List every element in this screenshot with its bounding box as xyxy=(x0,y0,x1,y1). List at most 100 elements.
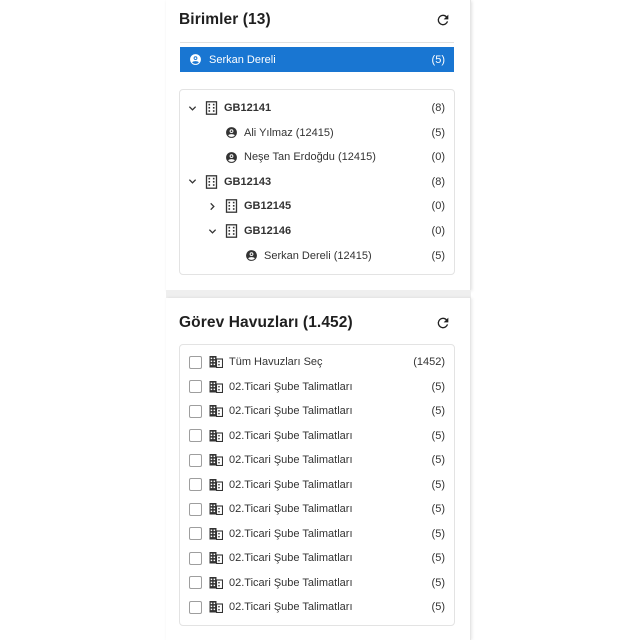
account-circle-icon xyxy=(244,249,258,263)
tree-row-count: (5) xyxy=(431,249,445,262)
pool-label: 02.Ticari Şube Talimatları xyxy=(229,429,353,442)
pool-row[interactable]: 02.Ticari Şube Talimatları (5) xyxy=(180,571,454,595)
pool-label: Tüm Havuzları Seç xyxy=(229,356,323,368)
building-icon xyxy=(204,174,218,189)
tree-person-label: Neşe Tan Erdoğdu (12415) xyxy=(244,151,376,164)
pool-label: 02.Ticari Şube Talimatları xyxy=(229,552,353,564)
building-icon xyxy=(224,224,238,238)
pool-row[interactable]: 02.Ticari Şube Talimatları (5) xyxy=(180,546,454,570)
tree-group-row[interactable]: GB12141 (8) xyxy=(180,96,454,120)
pool-count: (5) xyxy=(431,527,445,540)
tree-person-row[interactable]: Neşe Tan Erdoğdu (12415) (0) xyxy=(180,145,454,169)
left-background xyxy=(0,0,166,640)
units-panel-header: Birimler (13) xyxy=(179,8,454,32)
building-icon xyxy=(224,199,238,214)
domain-icon xyxy=(209,576,224,590)
pool-count: (5) xyxy=(431,454,445,466)
pool-label: 02.Ticari Şube Talimatları xyxy=(229,576,353,589)
selected-unit[interactable]: Serkan Dereli (5) xyxy=(180,47,454,72)
pools-panel-header: Görev Havuzları (1.452) xyxy=(179,311,454,335)
pool-row[interactable]: 02.Ticari Şube Talimatları (5) xyxy=(180,424,454,448)
pool-row[interactable]: 02.Ticari Şube Talimatları (5) xyxy=(180,448,454,472)
tree-group-label: GB12145 xyxy=(244,200,292,213)
pool-checkbox[interactable] xyxy=(189,527,202,540)
tree-row-count: (5) xyxy=(431,126,445,139)
chevron-down-icon[interactable] xyxy=(186,176,198,188)
chevron-down-icon[interactable] xyxy=(186,102,198,114)
tree-person-row[interactable]: Serkan Dereli (12415) (5) xyxy=(180,244,454,268)
pool-label: 02.Ticari Şube Talimatları xyxy=(229,454,353,466)
pool-count: (5) xyxy=(431,552,445,564)
chevron-down-icon[interactable] xyxy=(206,225,218,237)
domain-icon xyxy=(209,600,224,614)
tree-group-label: GB12143 xyxy=(224,175,272,188)
chevron-right-icon[interactable] xyxy=(206,200,218,212)
domain-icon xyxy=(209,527,224,541)
pool-checkbox[interactable] xyxy=(189,576,202,589)
units-divider xyxy=(180,42,454,43)
tree-person-row[interactable]: Ali Yılmaz (12415) (5) xyxy=(180,121,454,145)
tree-row-count: (0) xyxy=(431,151,445,164)
units-tree: GB12141 (8) Ali Yılmaz (12415) (5) Neşe Tan … xyxy=(179,89,455,275)
pools-panel: Görev Havuzları (1.452) Tüm Havuzları Se… xyxy=(166,298,471,640)
pools-panel-title: Görev Havuzları (1.452) xyxy=(179,314,353,331)
select-all-row[interactable]: Tüm Havuzları Seç (1452) xyxy=(180,350,454,374)
account-circle-icon xyxy=(224,150,238,164)
pool-row[interactable]: 02.Ticari Şube Talimatları (5) xyxy=(180,522,454,546)
domain-icon xyxy=(209,453,224,467)
pool-label: 02.Ticari Şube Talimatları xyxy=(229,478,353,491)
pool-label: 02.Ticari Şube Talimatları xyxy=(229,503,353,515)
pool-label: 02.Ticari Şube Talimatları xyxy=(229,405,353,417)
pool-checkbox[interactable] xyxy=(189,404,202,418)
pool-row[interactable]: 02.Ticari Şube Talimatları (5) xyxy=(180,399,454,423)
tree-person-label: Serkan Dereli (12415) xyxy=(264,249,372,262)
units-panel-title: Birimler (13) xyxy=(179,11,271,28)
units-refresh-button[interactable] xyxy=(432,9,454,31)
pool-row[interactable]: 02.Ticari Şube Talimatları (5) xyxy=(180,497,454,521)
tree-group-row[interactable]: GB12146 (0) xyxy=(180,219,454,243)
domain-icon xyxy=(209,380,224,394)
pool-row[interactable]: 02.Ticari Şube Talimatları (5) xyxy=(180,595,454,619)
pool-checkbox[interactable] xyxy=(189,502,202,516)
domain-icon xyxy=(209,551,224,565)
pools-list: Tüm Havuzları Seç (1452) 02.Ticari Şube Ta… xyxy=(179,344,455,626)
domain-icon xyxy=(209,502,224,516)
pool-count: (1452) xyxy=(413,356,445,368)
pools-refresh-button[interactable] xyxy=(432,312,454,334)
pool-checkbox[interactable] xyxy=(189,453,202,467)
tree-group-label: GB12146 xyxy=(244,225,292,237)
tree-row-count: (8) xyxy=(431,175,445,188)
pool-count: (5) xyxy=(431,576,445,589)
pool-label: 02.Ticari Şube Talimatları xyxy=(229,527,353,540)
building-icon xyxy=(204,101,218,115)
pool-count: (5) xyxy=(431,380,445,393)
tree-row-count: (0) xyxy=(431,225,445,237)
domain-icon xyxy=(209,404,224,418)
pool-count: (5) xyxy=(431,478,445,491)
refresh-icon xyxy=(437,14,449,26)
pool-checkbox[interactable] xyxy=(189,600,202,614)
pool-checkbox[interactable] xyxy=(189,551,202,565)
pool-count: (5) xyxy=(431,601,445,613)
pool-row[interactable]: 02.Ticari Şube Talimatları (5) xyxy=(180,473,454,497)
pool-checkbox[interactable] xyxy=(189,429,202,442)
pool-checkbox[interactable] xyxy=(189,478,202,491)
pool-count: (5) xyxy=(431,405,445,417)
tree-row-count: (0) xyxy=(431,200,445,213)
tree-group-label: GB12141 xyxy=(224,102,272,114)
panel-separator xyxy=(166,290,471,298)
pool-label: 02.Ticari Şube Talimatları xyxy=(229,601,353,613)
selected-unit-name: Serkan Dereli xyxy=(209,53,276,66)
selected-unit-count: (5) xyxy=(431,53,445,66)
tree-group-row[interactable]: GB12145 (0) xyxy=(180,194,454,218)
pool-checkbox[interactable] xyxy=(189,355,202,369)
refresh-icon xyxy=(437,317,449,329)
domain-icon xyxy=(209,355,224,369)
account-circle-icon xyxy=(190,54,201,65)
pool-checkbox[interactable] xyxy=(189,380,202,393)
tree-group-row[interactable]: GB12143 (8) xyxy=(180,170,454,194)
tree-person-label: Ali Yılmaz (12415) xyxy=(244,126,334,139)
pool-row[interactable]: 02.Ticari Şube Talimatları (5) xyxy=(180,375,454,399)
domain-icon xyxy=(209,429,224,443)
pool-label: 02.Ticari Şube Talimatları xyxy=(229,380,353,393)
